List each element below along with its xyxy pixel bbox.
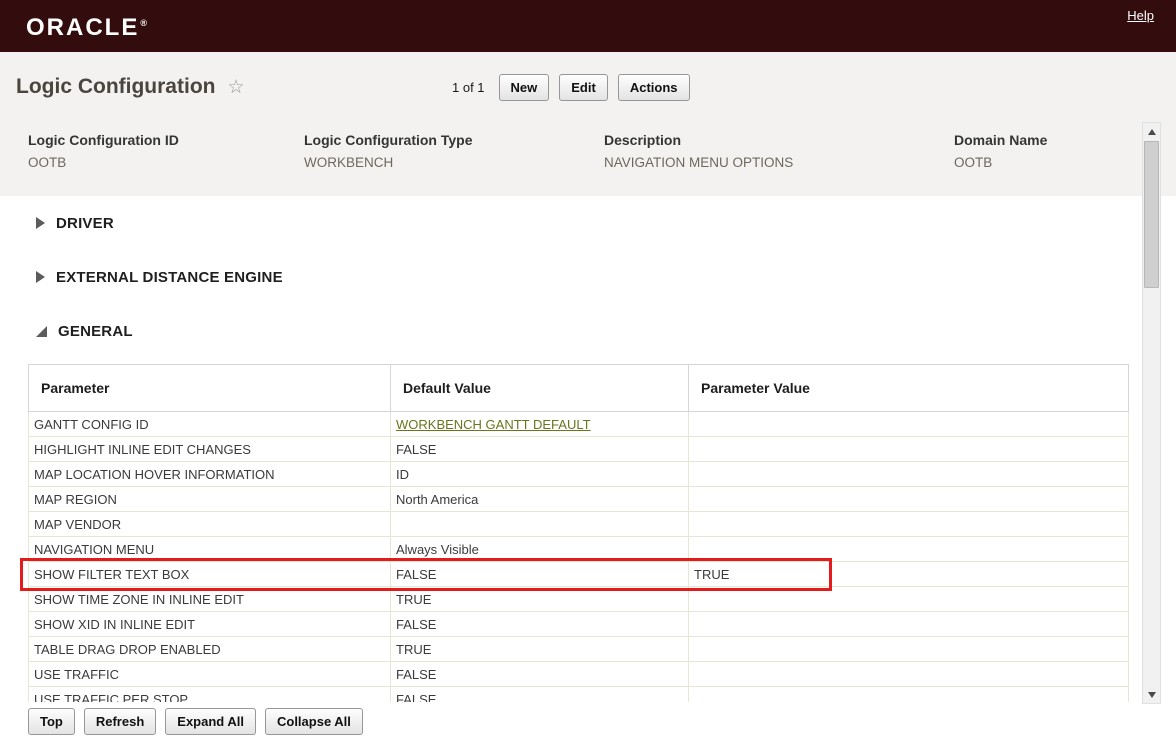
favorite-star-icon[interactable]: ☆ [227, 78, 244, 97]
page-title: Logic Configuration [16, 75, 215, 99]
parameter-value-cell [689, 662, 1129, 687]
default-value-cell: FALSE [391, 437, 689, 462]
field-label: Logic Configuration ID [28, 132, 304, 148]
default-value-cell: FALSE [391, 612, 689, 637]
default-value-cell: Always Visible [391, 537, 689, 562]
parameter-cell: GANTT CONFIG ID [29, 412, 391, 437]
new-button[interactable]: New [499, 74, 550, 101]
table-row[interactable]: GANTT CONFIG ID WORKBENCH GANTT DEFAULT [29, 412, 1129, 437]
table-row[interactable]: NAVIGATION MENUAlways Visible [29, 537, 1129, 562]
registered-mark: ® [140, 18, 147, 28]
oracle-logo-text: ORACLE [26, 14, 139, 41]
parameter-value-cell [689, 612, 1129, 637]
field-description: Description NAVIGATION MENU OPTIONS [604, 132, 954, 170]
parameters-table: ParameterDefault ValueParameter Value GA… [28, 364, 1129, 712]
table-row[interactable]: TABLE DRAG DROP ENABLEDTRUE [29, 637, 1129, 662]
parameter-cell: TABLE DRAG DROP ENABLED [29, 637, 391, 662]
parameter-cell: SHOW XID IN INLINE EDIT [29, 612, 391, 637]
parameter-cell: MAP LOCATION HOVER INFORMATION [29, 462, 391, 487]
toolbar: Logic Configuration ☆ 1 of 1 New Edit Acti… [0, 52, 1176, 122]
expand-triangle-icon[interactable] [36, 217, 45, 229]
content-panel: DRIVER EXTERNAL DISTANCE ENGINE GENERAL Pa… [0, 196, 1176, 712]
parameter-value-cell [689, 637, 1129, 662]
parameter-cell: USE TRAFFIC [29, 662, 391, 687]
scroll-down-arrow-icon [1148, 692, 1156, 698]
scrollbar-thumb[interactable] [1144, 141, 1159, 288]
section-external-distance-engine[interactable]: EXTERNAL DISTANCE ENGINE [28, 250, 1128, 304]
edit-button[interactable]: Edit [559, 74, 608, 101]
parameter-cell: MAP VENDOR [29, 512, 391, 537]
section-general[interactable]: GENERAL [28, 304, 1128, 358]
field-domain-name: Domain Name OOTB [954, 132, 1047, 170]
column-header-parameter-value: Parameter Value [689, 365, 1129, 412]
table-row[interactable]: SHOW TIME ZONE IN INLINE EDITTRUE [29, 587, 1129, 612]
field-label: Logic Configuration Type [304, 132, 604, 148]
scroll-down-button[interactable] [1143, 686, 1160, 703]
topbar: ORACLE® Help [0, 0, 1176, 52]
table-row[interactable]: MAP VENDOR [29, 512, 1129, 537]
footer-buttons: Top Refresh Expand All Collapse All [28, 708, 363, 735]
field-value: WORKBENCH [304, 155, 604, 170]
actions-button[interactable]: Actions [618, 74, 690, 101]
parameter-cell: HIGHLIGHT INLINE EDIT CHANGES [29, 437, 391, 462]
record-header: Logic Configuration IDOOTBLogic Configur… [0, 122, 1176, 196]
table-row[interactable]: SHOW FILTER TEXT BOXFALSETRUE [29, 562, 1129, 587]
table-row[interactable]: MAP LOCATION HOVER INFORMATIONID [29, 462, 1129, 487]
section-driver[interactable]: DRIVER [28, 196, 1128, 250]
parameter-value-cell [689, 537, 1129, 562]
parameter-cell: SHOW FILTER TEXT BOX [29, 562, 391, 587]
table-row[interactable]: MAP REGIONNorth America [29, 487, 1129, 512]
collapse-all-button[interactable]: Collapse All [265, 708, 363, 735]
field-label: Description [604, 132, 954, 148]
help-link[interactable]: Help [1127, 8, 1154, 23]
field-label: Domain Name [954, 132, 1047, 148]
field-value: OOTB [28, 155, 304, 170]
table-row[interactable]: SHOW XID IN INLINE EDITFALSE [29, 612, 1129, 637]
section-label: GENERAL [58, 323, 133, 340]
expand-all-button[interactable]: Expand All [165, 708, 256, 735]
default-value-cell: FALSE [391, 662, 689, 687]
parameter-value-cell [689, 487, 1129, 512]
parameter-value-cell [689, 412, 1129, 437]
field-value: OOTB [954, 155, 1047, 170]
parameter-value-cell [689, 512, 1129, 537]
default-value-cell: TRUE [391, 587, 689, 612]
table-header-row: ParameterDefault ValueParameter Value [29, 365, 1129, 412]
default-value-cell: ID [391, 462, 689, 487]
toolbar-buttons: New Edit Actions [499, 74, 690, 101]
column-header-parameter: Parameter [29, 365, 391, 412]
parameter-value-cell: TRUE [689, 562, 1129, 587]
default-value-link[interactable]: WORKBENCH GANTT DEFAULT [396, 417, 591, 432]
field-value: NAVIGATION MENU OPTIONS [604, 155, 954, 170]
table-row[interactable]: HIGHLIGHT INLINE EDIT CHANGESFALSE [29, 437, 1129, 462]
parameter-cell: NAVIGATION MENU [29, 537, 391, 562]
column-header-default-value: Default Value [391, 365, 689, 412]
footer-bar: Top Refresh Expand All Collapse All [0, 702, 1176, 741]
vertical-scrollbar[interactable] [1142, 122, 1161, 704]
default-value-cell: FALSE [391, 562, 689, 587]
top-button[interactable]: Top [28, 708, 75, 735]
expand-triangle-icon[interactable] [36, 271, 45, 283]
parameter-cell: SHOW TIME ZONE IN INLINE EDIT [29, 587, 391, 612]
section-label: DRIVER [56, 215, 114, 232]
default-value-cell: TRUE [391, 637, 689, 662]
parameter-cell: MAP REGION [29, 487, 391, 512]
field-logic-configuration-id: Logic Configuration ID OOTB [28, 132, 304, 170]
section-label: EXTERNAL DISTANCE ENGINE [56, 269, 283, 286]
refresh-button[interactable]: Refresh [84, 708, 156, 735]
scroll-up-arrow-icon [1148, 129, 1156, 135]
sections: DRIVER EXTERNAL DISTANCE ENGINE GENERAL [28, 196, 1128, 358]
parameter-value-cell [689, 437, 1129, 462]
collapse-triangle-icon[interactable] [36, 326, 47, 337]
default-value-cell [391, 512, 689, 537]
scroll-up-button[interactable] [1143, 123, 1160, 140]
parameter-value-cell [689, 462, 1129, 487]
table-row[interactable]: USE TRAFFICFALSE [29, 662, 1129, 687]
default-value-cell: WORKBENCH GANTT DEFAULT [391, 412, 689, 437]
record-count: 1 of 1 [452, 80, 485, 95]
default-value-cell: North America [391, 487, 689, 512]
field-logic-configuration-type: Logic Configuration Type WORKBENCH [304, 132, 604, 170]
parameter-value-cell [689, 587, 1129, 612]
oracle-logo: ORACLE® [26, 14, 147, 42]
